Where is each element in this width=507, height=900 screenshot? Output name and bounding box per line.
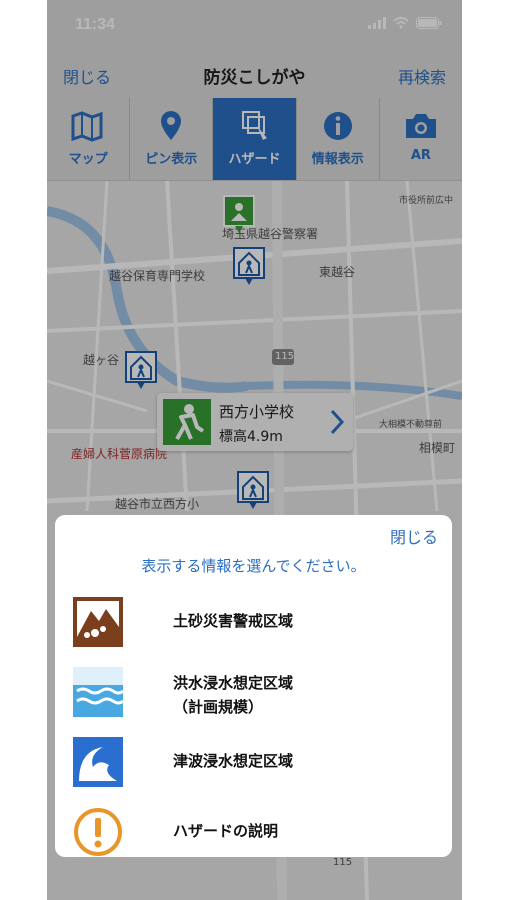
hazard-selection-sheet: 閉じる 表示する情報を選んでください。 土砂災害警戒区域 洪水浸水想定区域 （計… [55, 515, 452, 857]
warning-icon [74, 808, 122, 856]
flood-icon [73, 667, 123, 717]
hazard-item-explanation[interactable]: ハザードの説明 [55, 805, 452, 861]
hazard-label: 津波浸水想定区域 [173, 752, 294, 770]
hazard-item-landslide[interactable]: 土砂災害警戒区域 [55, 595, 452, 651]
hazard-item-tsunami[interactable]: 津波浸水想定区域 [55, 735, 452, 791]
hazard-label: ハザードの説明 [173, 822, 279, 840]
hazard-label: 洪水浸水想定区域 （計画規模） [173, 671, 293, 719]
sheet-prompt: 表示する情報を選んでください。 [141, 557, 366, 575]
landslide-icon [73, 597, 123, 647]
phone-screen: 埼玉県越谷警察署 越谷保育専門学校 東越谷 越ヶ谷 市役所前広中 115 産婦人… [47, 0, 462, 900]
sheet-close-button[interactable]: 閉じる [390, 524, 438, 548]
hazard-label: 土砂災害警戒区域 [173, 612, 294, 630]
hazard-label-line2: （計画規模） [173, 698, 264, 716]
hazard-label-line1: 洪水浸水想定区域 [173, 674, 294, 692]
hazard-item-flood[interactable]: 洪水浸水想定区域 （計画規模） [55, 665, 452, 725]
tsunami-icon [73, 737, 123, 787]
